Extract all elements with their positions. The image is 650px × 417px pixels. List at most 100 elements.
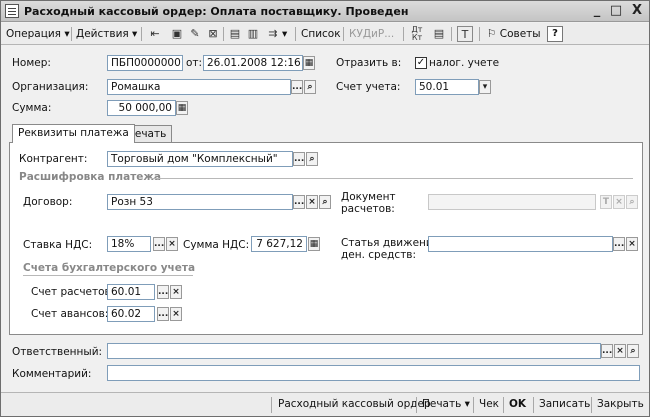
command-separator <box>503 397 504 413</box>
maximize-button[interactable]: □ <box>608 4 624 19</box>
kudir-button[interactable]: КУДиР... <box>349 26 394 42</box>
advice-button[interactable]: ⚐ Советы <box>487 26 541 42</box>
operation-menu[interactable]: Операция ▾ <box>6 26 70 42</box>
account-label: Счет учета: <box>336 81 401 93</box>
organization-search-icon[interactable]: ⌕ <box>304 80 316 94</box>
sum-label: Сумма: <box>12 102 52 114</box>
contractor-label: Контрагент: <box>19 153 88 165</box>
comment-label: Комментарий: <box>12 368 92 380</box>
bottom-command-bar: Расходный кассовый ордер Печать ▾ Чек OK… <box>1 392 649 416</box>
account-dropdown-icon[interactable]: ▾ <box>479 80 491 94</box>
comment-field[interactable] <box>107 365 640 381</box>
contractor-field[interactable]: Торговый дом "Комплексный" <box>107 151 293 167</box>
contract-field[interactable]: Розн 53 <box>107 194 293 210</box>
tab-payment-details[interactable]: Реквизиты платежа <box>12 124 135 143</box>
dt-kt-icon[interactable]: Дт Кт <box>409 26 425 42</box>
vat-sum-label: Сумма НДС: <box>183 239 250 251</box>
toolbar-separator <box>295 27 296 41</box>
sum-field[interactable]: 50 000,00 <box>107 100 176 116</box>
advice-icon: ⚐ <box>487 28 497 40</box>
delete-icon[interactable]: ⊠ <box>205 26 221 42</box>
settlement-account-field[interactable]: 60.01 <box>107 284 155 300</box>
ok-button[interactable]: OK <box>509 398 526 410</box>
date-field[interactable]: 26.01.2008 12:16:26 <box>203 55 303 71</box>
unpost-icon[interactable]: ▥ <box>245 26 261 42</box>
contractor-select-button[interactable]: ... <box>293 152 305 166</box>
toolbar-separator <box>343 27 344 41</box>
responsible-clear-icon[interactable]: × <box>614 344 626 358</box>
cashflow-clear-icon[interactable]: × <box>626 237 638 251</box>
toolbar: Операция ▾ Действия ▾ ⇤ ▣ ✎ ⊠ ▤ ▥ ⇉ ▾ Сп… <box>1 23 649 45</box>
section-payment-breakdown: Расшифровка платежа <box>19 171 161 183</box>
vat-sum-field[interactable]: 7 627,12 <box>251 236 307 252</box>
settlement-doc-field <box>428 194 596 210</box>
list-button[interactable]: Список <box>301 26 341 42</box>
contract-clear-icon[interactable]: × <box>306 195 318 209</box>
tax-accounting-checkbox[interactable]: ✓ <box>415 57 427 69</box>
toolbar-separator <box>223 27 224 41</box>
print-form-button[interactable]: Расходный кассовый ордер <box>278 398 431 410</box>
command-separator <box>271 397 272 413</box>
new-document-icon[interactable]: ⇤ <box>147 26 163 42</box>
vat-rate-select-button[interactable]: ... <box>153 237 165 251</box>
print-menu-label: Печать <box>422 398 462 410</box>
organization-field[interactable]: Ромашка <box>107 79 291 95</box>
print-menu-button[interactable]: Печать ▾ <box>422 398 470 410</box>
advance-account-label: Счет авансов: <box>31 308 109 320</box>
vat-rate-label: Ставка НДС: <box>23 239 93 251</box>
copy-icon[interactable]: ▣ <box>169 26 185 42</box>
toolbar-separator <box>403 27 404 41</box>
toolbar-separator <box>451 27 452 41</box>
cashflow-field[interactable] <box>428 236 613 252</box>
vat-calculator-icon[interactable]: ▦ <box>308 237 320 251</box>
account-field[interactable]: 50.01 <box>415 79 479 95</box>
section-underline <box>23 275 193 276</box>
command-separator <box>533 397 534 413</box>
post-icon[interactable]: ▤ <box>227 26 243 42</box>
advance-account-field[interactable]: 60.02 <box>107 306 155 322</box>
document-icon <box>5 4 19 18</box>
organization-select-button[interactable]: ... <box>291 80 303 94</box>
edit-icon[interactable]: ✎ <box>187 26 203 42</box>
vat-rate-field[interactable]: 18% <box>107 236 151 252</box>
based-on-dropdown[interactable]: ▾ <box>282 26 287 42</box>
actions-menu[interactable]: Действия ▾ <box>76 26 137 42</box>
based-on-icon[interactable]: ⇉ <box>265 26 281 42</box>
section-divider <box>151 178 633 179</box>
toolbar-separator <box>479 27 480 41</box>
toolbar-separator <box>71 27 72 41</box>
actions-menu-label: Действия <box>76 28 129 40</box>
section-accounting-accounts: Счета бухгалтерского учета <box>23 262 196 274</box>
command-separator <box>473 397 474 413</box>
save-button[interactable]: Записать <box>539 398 590 410</box>
close-window-button[interactable]: X <box>629 4 645 19</box>
calendar-icon[interactable]: ▦ <box>303 56 315 70</box>
operation-menu-label: Операция <box>6 28 61 40</box>
report-icon[interactable]: ▤ <box>431 26 447 42</box>
close-button[interactable]: Закрыть <box>597 398 644 410</box>
contract-search-icon[interactable]: ⌕ <box>319 195 331 209</box>
contractor-search-icon[interactable]: ⌕ <box>306 152 318 166</box>
minimize-button[interactable]: _ <box>589 4 605 19</box>
date-label: от: <box>186 57 203 69</box>
responsible-search-icon[interactable]: ⌕ <box>627 344 639 358</box>
structure-icon[interactable]: T <box>457 26 473 42</box>
cashflow-select-button[interactable]: ... <box>613 237 625 251</box>
cashflow-label-2: ден. средств: <box>341 249 417 261</box>
settlement-account-clear-icon[interactable]: × <box>170 285 182 299</box>
organization-label: Организация: <box>12 81 89 93</box>
calculator-icon[interactable]: ▦ <box>176 101 188 115</box>
vat-rate-clear-icon[interactable]: × <box>166 237 178 251</box>
advance-account-clear-icon[interactable]: × <box>170 307 182 321</box>
settlement-doc-label: Документ <box>341 191 396 203</box>
number-field[interactable]: ПБП00000001 <box>107 55 183 71</box>
contract-select-button[interactable]: ... <box>293 195 305 209</box>
settlement-account-select-button[interactable]: ... <box>157 285 169 299</box>
responsible-select-button[interactable]: ... <box>601 344 613 358</box>
help-button[interactable]: ? <box>547 26 563 42</box>
advance-account-select-button[interactable]: ... <box>157 307 169 321</box>
check-button[interactable]: Чек <box>479 398 499 410</box>
tax-accounting-label: налог. учете <box>429 57 500 69</box>
responsible-field[interactable] <box>107 343 601 359</box>
command-separator <box>591 397 592 413</box>
